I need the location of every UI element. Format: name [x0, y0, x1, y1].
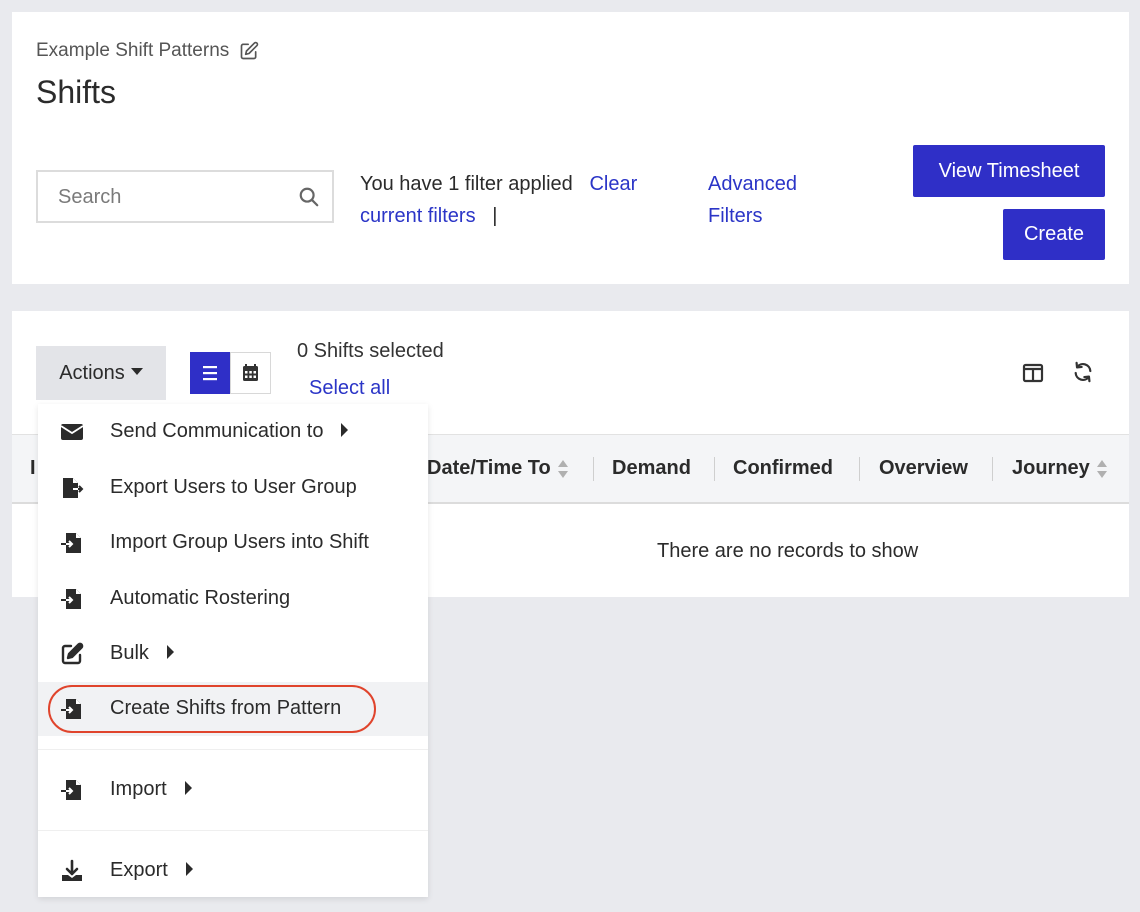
menu-item-import[interactable]: Import — [38, 763, 428, 817]
file-import-icon — [61, 533, 81, 553]
search-icon[interactable] — [298, 186, 320, 213]
column-divider — [714, 457, 715, 481]
caret-right-icon — [184, 780, 192, 795]
filter-status: You have 1 filter applied Clear current … — [360, 168, 680, 232]
actions-label: Actions — [59, 362, 125, 384]
search-input[interactable] — [58, 184, 288, 210]
column-header-date-time-to[interactable]: Date/Time To — [427, 457, 569, 480]
calendar-view-button[interactable] — [230, 352, 271, 394]
breadcrumb-label[interactable]: Example Shift Patterns — [36, 40, 229, 62]
filter-applied-text: You have 1 filter applied — [360, 173, 573, 195]
page-title: Shifts — [36, 74, 117, 110]
highlight-annotation-ring — [48, 685, 376, 733]
download-icon — [62, 859, 82, 881]
column-header-journey[interactable]: Journey — [1012, 457, 1108, 480]
caret-right-icon — [166, 644, 174, 659]
create-button[interactable]: Create — [1003, 209, 1105, 260]
file-import-icon — [61, 589, 81, 609]
caret-right-icon — [185, 861, 193, 876]
column-divider — [992, 457, 993, 481]
edit-icon — [61, 642, 84, 665]
sort-icon — [557, 459, 568, 478]
file-export-icon — [63, 478, 84, 498]
menu-item-bulk[interactable]: Bulk — [38, 627, 428, 681]
column-divider — [859, 457, 860, 481]
breadcrumb: Example Shift Patterns — [36, 40, 259, 62]
select-all-link[interactable]: Select all — [309, 377, 390, 400]
actions-dropdown-button[interactable]: Actions — [36, 346, 166, 400]
advanced-filters-link[interactable]: Advanced Filters — [708, 168, 828, 232]
filter-separator: | — [492, 205, 498, 227]
calendar-icon — [243, 364, 258, 381]
column-header-first[interactable]: I — [30, 457, 36, 480]
sort-icon — [1096, 459, 1107, 478]
selected-count: 0 Shifts selected — [297, 340, 444, 362]
search-box[interactable] — [36, 170, 334, 223]
column-divider — [593, 457, 594, 481]
caret-right-icon — [341, 422, 349, 437]
empty-table-message: There are no records to show — [657, 540, 919, 562]
envelope-icon — [60, 424, 84, 440]
menu-item-automatic-rostering[interactable]: Automatic Rostering — [38, 572, 428, 626]
column-header-demand[interactable]: Demand — [612, 457, 691, 480]
caret-down-icon — [130, 368, 143, 376]
view-timesheet-button[interactable]: View Timesheet — [913, 145, 1105, 197]
menu-divider — [38, 830, 428, 831]
column-header-overview[interactable]: Overview — [879, 457, 968, 480]
menu-item-export[interactable]: Export — [38, 844, 428, 898]
menu-item-import-group-users[interactable]: Import Group Users into Shift — [38, 516, 428, 570]
actions-menu: Send Communication to Export Users to Us… — [38, 404, 428, 897]
menu-item-export-users-to-group[interactable]: Export Users to User Group — [38, 461, 428, 515]
list-icon — [203, 366, 217, 381]
menu-item-send-communication[interactable]: Send Communication to — [38, 405, 428, 459]
refresh-icon[interactable] — [1072, 361, 1094, 388]
file-import-icon — [61, 780, 81, 800]
list-view-button[interactable] — [190, 352, 230, 394]
column-header-confirmed[interactable]: Confirmed — [733, 457, 833, 480]
columns-icon[interactable] — [1022, 362, 1044, 389]
menu-divider — [38, 749, 428, 750]
edit-icon[interactable] — [239, 41, 259, 61]
